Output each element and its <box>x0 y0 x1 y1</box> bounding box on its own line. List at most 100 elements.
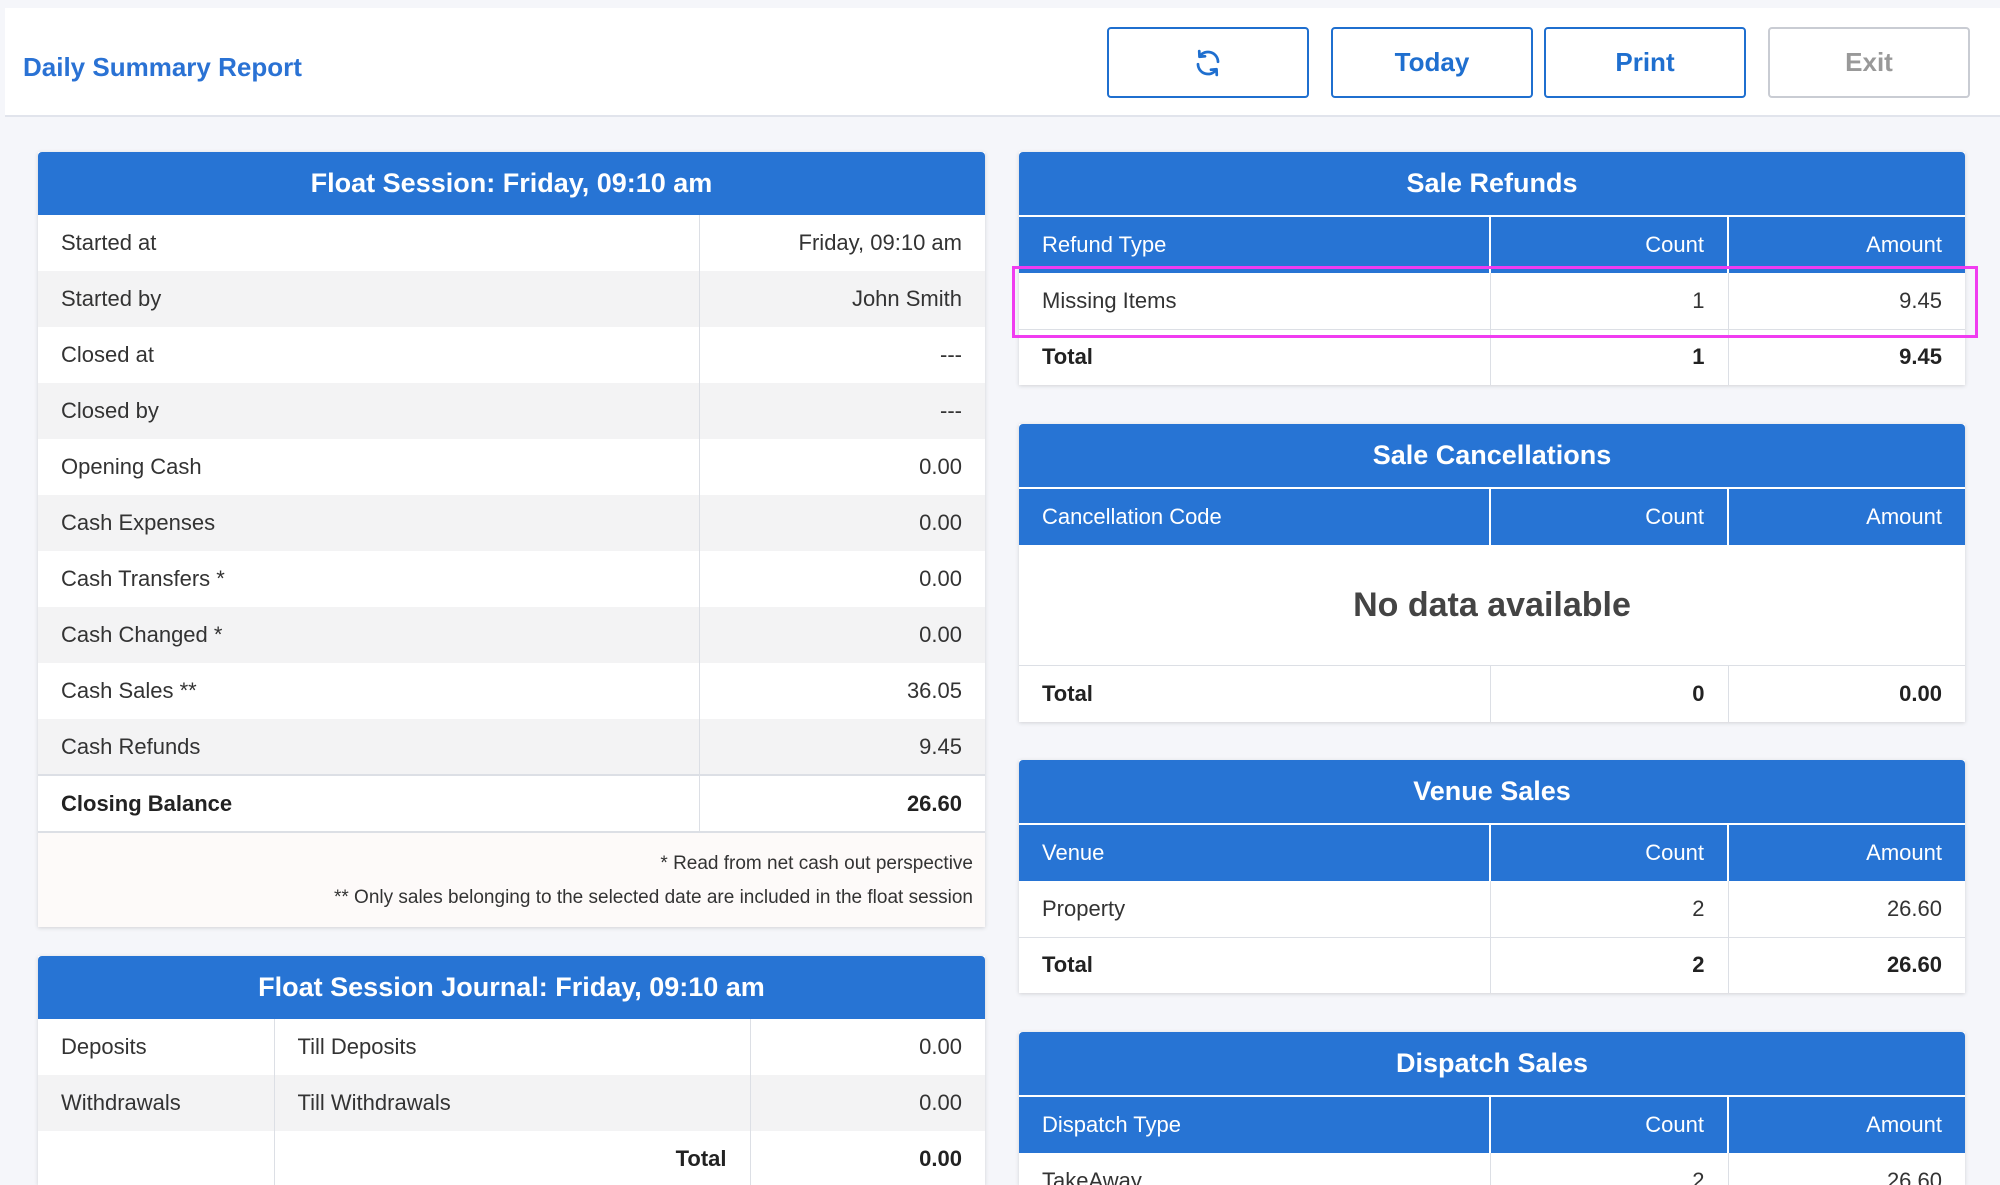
row-value: Friday, 09:10 am <box>798 230 962 255</box>
total-label: Total <box>1019 329 1491 385</box>
row-label: Cash Sales ** <box>38 663 700 719</box>
note-line: ** Only sales belonging to the selected … <box>333 887 973 908</box>
total-amount: 9.45 <box>1899 344 1942 370</box>
row-value: 0.00 <box>699 495 985 551</box>
journal-table: Deposits Till Deposits 0.00 Withdrawals … <box>38 1019 985 1185</box>
column-header: Amount <box>1728 1095 1965 1153</box>
today-button[interactable]: Today <box>1331 27 1533 98</box>
row-value: 0.00 <box>699 607 985 663</box>
journal-desc: Till Withdrawals <box>274 1075 751 1131</box>
table-row: Closed at --- <box>38 327 985 383</box>
sale-cancellations-header: Cancellation Code Count Amount <box>1019 487 1965 545</box>
float-session-panel: Float Session: Friday, 09:10 am Started … <box>38 152 985 927</box>
row-label: Cash Transfers * <box>38 551 700 607</box>
sale-refunds-table: Refund Type Count Amount Missing Items 1… <box>1019 215 1965 385</box>
table-row: Cash Sales ** 36.05 <box>38 663 985 719</box>
total-row: Total 2 26.60 <box>1019 937 1965 993</box>
note-line: * Read from net cash out perspective <box>660 853 973 874</box>
column-header: Count <box>1490 1095 1729 1153</box>
journal-desc: Till Deposits <box>274 1019 751 1075</box>
table-row: Cash Expenses 0.00 <box>38 495 985 551</box>
row-value: 0.00 <box>919 454 962 479</box>
closing-balance-row: Closing Balance 26.60 <box>38 774 985 831</box>
dispatch-amount: 26.60 <box>1886 1168 1942 1185</box>
column-header: Count <box>1490 215 1729 273</box>
total-row: Total 1 9.45 <box>1019 329 1965 385</box>
row-label: Opening Cash <box>38 439 700 495</box>
table-row: Cash Changed * 0.00 <box>38 607 985 663</box>
journal-total-value: 0.00 <box>919 1146 962 1171</box>
venue-amount: 26.60 <box>1728 881 1965 938</box>
column-header: Count <box>1490 823 1729 881</box>
dispatch-count: 2 <box>1490 1153 1729 1185</box>
print-button[interactable]: Print <box>1544 27 1746 98</box>
row-label: Closed by <box>38 383 700 439</box>
column-header: Amount <box>1728 823 1965 881</box>
refund-count: 1 <box>1490 273 1729 330</box>
table-row: Cash Transfers * 0.00 <box>38 551 985 607</box>
table-row: Missing Items 1 9.45 <box>1019 273 1965 330</box>
table-row: Property 2 26.60 <box>1019 881 1965 938</box>
total-count: 1 <box>1490 329 1729 385</box>
table-row: Opening Cash 0.00 <box>38 439 985 495</box>
row-label: Cash Expenses <box>38 495 700 551</box>
column-header: Count <box>1490 487 1729 545</box>
row-value: 0.00 <box>919 566 962 591</box>
refresh-button[interactable] <box>1107 27 1309 98</box>
journal-value: 0.00 <box>750 1075 985 1131</box>
row-label: Started at <box>38 215 700 271</box>
row-value: 36.05 <box>906 678 962 703</box>
table-row: Withdrawals Till Withdrawals 0.00 <box>38 1075 985 1131</box>
dispatch-sales-title: Dispatch Sales <box>1019 1032 1965 1095</box>
top-bar: Daily Summary Report Today Print Exit <box>5 8 2000 117</box>
venue-name: Property <box>1019 881 1491 938</box>
sale-refunds-panel: Sale Refunds Refund Type Count Amount Mi… <box>1019 152 1965 385</box>
row-value: --- <box>940 342 962 367</box>
total-amount: 0.00 <box>1899 681 1942 706</box>
venue-sales-title: Venue Sales <box>1019 760 1965 823</box>
row-label: Cash Changed * <box>38 607 700 663</box>
column-header: Amount <box>1728 487 1965 545</box>
journal-value: 0.00 <box>919 1034 962 1059</box>
exit-button[interactable]: Exit <box>1768 27 1970 98</box>
closing-balance-label: Closing Balance <box>38 774 700 831</box>
journal-type: Withdrawals <box>38 1075 275 1131</box>
float-session-table: Started at Friday, 09:10 am Started by John… <box>38 215 985 831</box>
sale-refunds-title: Sale Refunds <box>1019 152 1965 215</box>
float-session-notes: * Read from net cash out perspective ** … <box>38 831 985 927</box>
journal-title: Float Session Journal: Friday, 09:10 am <box>38 956 985 1019</box>
column-header: Dispatch Type <box>1019 1095 1491 1153</box>
total-count: 2 <box>1490 937 1729 993</box>
column-header: Cancellation Code <box>1019 487 1491 545</box>
row-label: Cash Refunds <box>38 719 700 775</box>
column-header: Venue <box>1019 823 1491 881</box>
venue-sales-table: Venue Count Amount Property 2 26.60 Tota… <box>1019 823 1965 993</box>
no-data-message: No data available <box>1019 545 1965 666</box>
table-row: Deposits Till Deposits 0.00 <box>38 1019 985 1075</box>
dispatch-sales-table: Dispatch Type Count Amount TakeAway 2 26… <box>1019 1095 1965 1185</box>
total-label: Total <box>1019 937 1491 993</box>
row-value: --- <box>699 383 985 439</box>
table-row: TakeAway 2 26.60 <box>1019 1153 1965 1185</box>
float-session-title: Float Session: Friday, 09:10 am <box>38 152 985 215</box>
total-count: 0 <box>1490 666 1729 722</box>
refresh-icon <box>1196 49 1220 76</box>
venue-sales-panel: Venue Sales Venue Count Amount Property … <box>1019 760 1965 993</box>
sale-cancellations-total: Total 0 0.00 <box>1019 666 1965 722</box>
table-row: Closed by --- <box>38 383 985 439</box>
row-label: Started by <box>38 271 700 327</box>
venue-count: 2 <box>1490 881 1729 938</box>
total-label: Total <box>1019 666 1491 722</box>
journal-total-label: Total <box>274 1131 751 1185</box>
table-row: Cash Refunds 9.45 <box>38 719 985 775</box>
dispatch-sales-panel: Dispatch Sales Dispatch Type Count Amoun… <box>1019 1032 1965 1185</box>
page-title: Daily Summary Report <box>23 52 302 82</box>
journal-total-row: Total 0.00 <box>38 1131 985 1185</box>
column-header: Refund Type <box>1019 215 1491 273</box>
row-label: Closed at <box>38 327 700 383</box>
total-row: Total 0 0.00 <box>1019 666 1965 722</box>
total-amount: 26.60 <box>1886 952 1942 978</box>
row-value: John Smith <box>699 271 985 327</box>
table-row: Started at Friday, 09:10 am <box>38 215 985 271</box>
sale-cancellations-title: Sale Cancellations <box>1019 424 1965 487</box>
